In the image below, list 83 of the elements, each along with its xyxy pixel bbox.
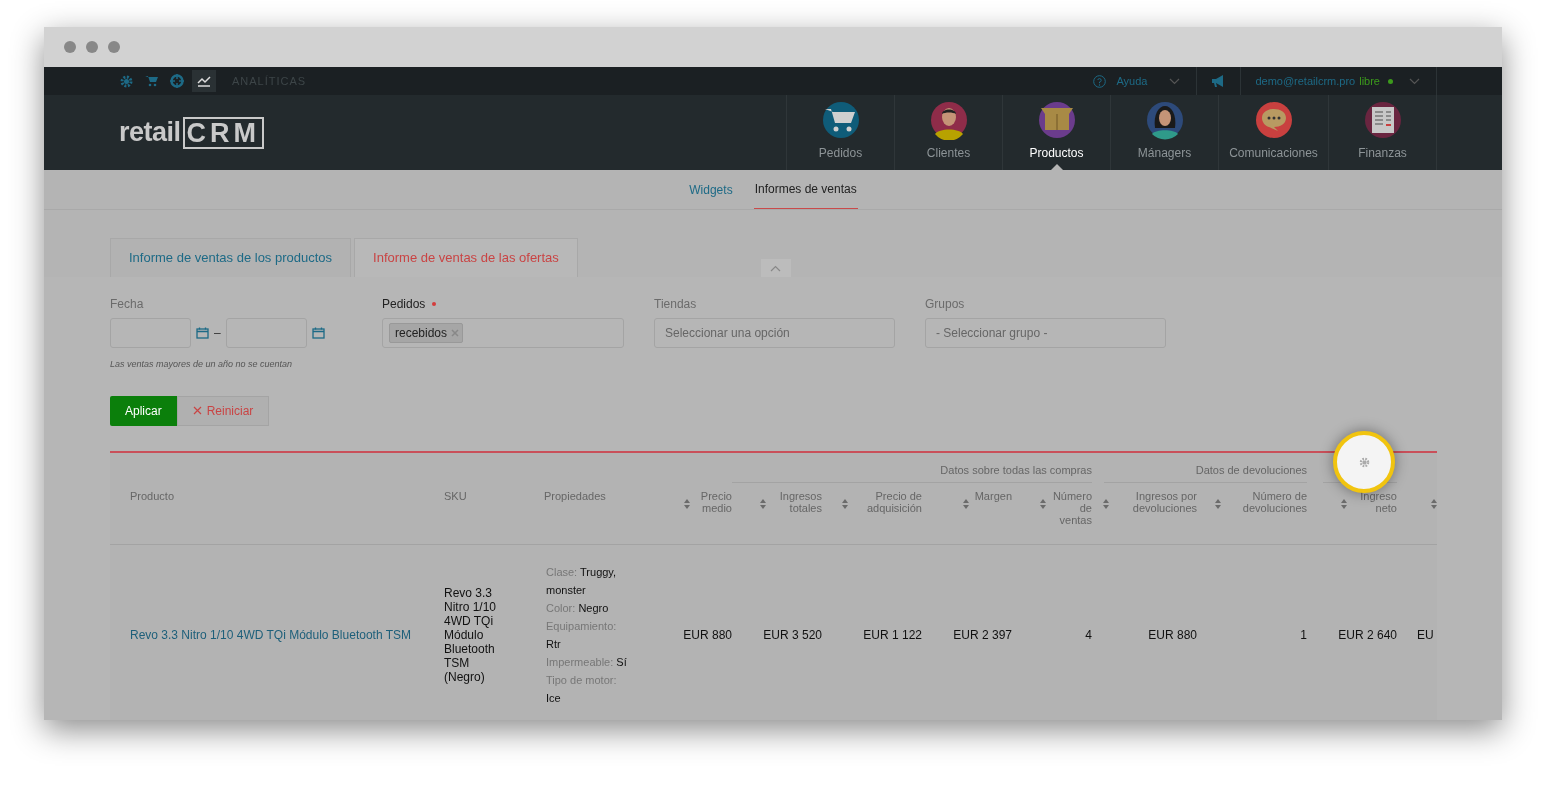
field-label: Fecha — [110, 296, 145, 313]
tag-input-field[interactable]: recebidos — [382, 318, 624, 348]
nav-item[interactable]: Clientes — [895, 95, 1003, 170]
column-header[interactable]: Ingresos por devoluciones — [1115, 489, 1197, 544]
field-label: Tiendas — [654, 296, 698, 313]
sort-icon[interactable] — [1040, 499, 1046, 509]
sort-icon[interactable] — [1215, 499, 1221, 509]
sort-icon[interactable] — [760, 499, 766, 509]
select-field[interactable]: - Seleccionar grupo - — [925, 318, 1166, 348]
person-avatar-icon — [928, 100, 969, 140]
product-link[interactable]: Revo 3.3 Nitro 1/10 4WD TQi Módulo Bluetooth TSM — [110, 625, 432, 644]
table-cell-text: EUR 880 — [682, 626, 732, 644]
cart-icon[interactable] — [145, 75, 158, 87]
chat-bubble-icon — [1253, 100, 1294, 140]
property-text: Equipamiento: Rtr — [546, 618, 618, 652]
column-header[interactable]: Ingreso neto — [1353, 489, 1397, 544]
field-label: Grupos — [925, 296, 966, 313]
column-header[interactable]: Número de ventas — [1052, 489, 1092, 544]
column-group-header: Datos de devoluciones — [1195, 464, 1307, 476]
column-header[interactable]: Número de devoluciones — [1227, 489, 1307, 544]
sort-icon[interactable] — [1341, 499, 1347, 509]
column-header[interactable]: Precio medio — [696, 489, 732, 544]
table-cell-text: 1 — [1299, 626, 1307, 644]
settings-icon[interactable] — [1358, 456, 1370, 468]
calendar-icon[interactable] — [196, 327, 209, 339]
table-cell-text: EUR 3 520 — [762, 626, 822, 644]
table-cell-text: EUR 2 397 — [952, 626, 1012, 644]
column-header[interactable]: SKU — [444, 489, 467, 544]
nav-item[interactable]: Mánagers — [1111, 95, 1219, 170]
gear-icon[interactable] — [120, 74, 133, 88]
plan-label: libre — [1359, 73, 1380, 89]
nav-item[interactable]: Finanzas — [1329, 95, 1437, 170]
help-icon[interactable] — [1093, 74, 1107, 88]
crosshair-icon[interactable] — [170, 74, 184, 88]
sort-icon[interactable] — [842, 499, 848, 509]
chevron-down-icon[interactable] — [1169, 77, 1181, 85]
person-avatar-icon — [1144, 100, 1185, 140]
property-text: Clase: Truggy, monster — [546, 564, 618, 598]
table-cell-text: EUR 880 — [1147, 626, 1197, 644]
report-tab[interactable]: Informe de ventas de los productos — [110, 238, 352, 277]
sort-icon[interactable] — [1103, 499, 1109, 509]
column-header[interactable]: Precio de adquisición — [854, 489, 922, 544]
user-email[interactable]: demo@retailcrm.pro — [1255, 72, 1356, 90]
range-separator: – — [214, 325, 221, 342]
sort-icon[interactable] — [1431, 499, 1437, 509]
apply-button[interactable]: Aplicar — [110, 395, 177, 426]
subtab[interactable]: Informes de ventas — [753, 170, 858, 209]
table-cell-text: EUR 1 122 — [862, 626, 922, 644]
analytics-tab[interactable] — [192, 70, 216, 92]
sort-icon[interactable] — [684, 499, 690, 509]
reset-button[interactable]: Reiniciar — [176, 395, 270, 426]
chevron-up-icon — [770, 264, 782, 272]
field-label: Pedidos — [382, 296, 426, 313]
select-field[interactable]: Seleccionar una opción — [654, 318, 895, 348]
property-text: Tipo de motor: Ice — [546, 672, 618, 706]
chevron-down-icon[interactable] — [1409, 77, 1420, 85]
property-text: Impermeable: Sí — [546, 654, 628, 670]
sku-cell-text: Revo 3.3 Nitro 1/10 4WD TQi Módulo Bluetooth TSM (Negro) — [443, 585, 498, 684]
table-cell-text: 4 — [1084, 626, 1092, 644]
column-header[interactable]: Ingresos totales — [772, 489, 822, 544]
calendar-icon[interactable] — [311, 327, 325, 339]
property-text: Color: Negro — [546, 600, 610, 616]
document-icon — [1362, 100, 1403, 140]
sort-icon[interactable] — [962, 499, 969, 509]
close-icon — [192, 406, 202, 415]
logo[interactable]: retail CRM — [119, 112, 265, 153]
help-link[interactable]: Ayuda — [1116, 72, 1148, 90]
column-header[interactable]: Propiedades — [544, 489, 606, 544]
report-tab[interactable]: Informe de ventas de las ofertas — [354, 238, 578, 277]
tag-chip: recebidos — [389, 323, 464, 343]
column-header[interactable]: Margen — [974, 489, 1012, 544]
table-cell-text: EU — [1416, 626, 1435, 644]
table-cell-text: EUR 2 640 — [1337, 626, 1397, 644]
nav-item[interactable]: Pedidos — [787, 95, 895, 170]
nav-item[interactable]: Comunicaciones — [1219, 95, 1329, 170]
collapse-button[interactable] — [760, 259, 791, 277]
line-chart-icon — [197, 75, 211, 87]
column-header[interactable]: Producto — [130, 489, 175, 544]
cart-icon — [820, 100, 861, 140]
hint-text: Las ventas mayores de un año no se cuentan — [110, 358, 294, 371]
close-icon[interactable] — [451, 329, 460, 337]
subtab[interactable]: Widgets — [688, 170, 734, 209]
column-group-header: Datos sobre todas las compras — [940, 464, 1092, 476]
